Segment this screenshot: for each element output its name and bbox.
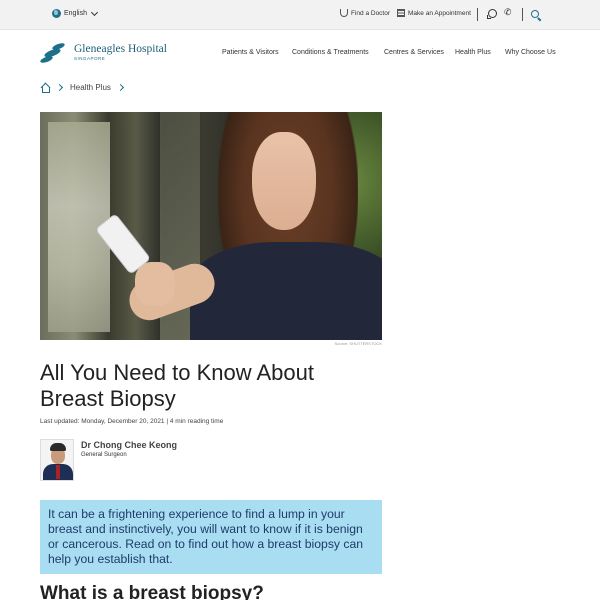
main-header: Gleneagles Hospital SINGAPORE Patients &… (0, 30, 600, 76)
nav-centres-services[interactable]: Centres & Services (384, 49, 444, 56)
home-icon[interactable] (40, 83, 50, 93)
chevron-right-icon (116, 83, 124, 92)
author-role: General Surgeon (81, 452, 127, 458)
make-appointment-link[interactable]: Make an Appointment (397, 9, 471, 17)
make-appointment-label: Make an Appointment (408, 9, 471, 17)
divider (522, 8, 523, 21)
breadcrumb-health-plus[interactable]: Health Plus (70, 83, 111, 92)
hospital-logo[interactable]: Gleneagles Hospital SINGAPORE (39, 41, 167, 65)
find-doctor-label: Find a Doctor (351, 9, 391, 17)
author-avatar[interactable] (40, 439, 74, 481)
search-icon[interactable] (531, 10, 539, 18)
globe-icon (52, 9, 61, 18)
language-selector[interactable]: English (52, 8, 99, 18)
whatsapp-icon[interactable] (487, 9, 497, 19)
nav-health-plus[interactable]: Health Plus (455, 49, 491, 56)
language-label: English (64, 10, 87, 17)
nav-conditions-treatments[interactable]: Conditions & Treatments (292, 49, 369, 56)
brand-name: Gleneagles Hospital (74, 43, 167, 55)
image-credit: Source: SHUTTERSTOCK (334, 341, 383, 346)
chevron-down-icon (90, 8, 99, 16)
utility-bar: English Find a Doctor Make an Appointmen… (0, 0, 600, 30)
divider (477, 8, 478, 21)
brand-sub: SINGAPORE (74, 56, 106, 61)
author-name[interactable]: Dr Chong Chee Keong (81, 440, 177, 450)
breadcrumb: Health Plus (40, 83, 131, 93)
article-title: All You Need to Know About Breast Biopsy (40, 360, 314, 411)
stethoscope-icon (340, 9, 348, 17)
article-meta: Last updated: Monday, December 20, 2021 … (40, 418, 224, 425)
calendar-icon (397, 9, 405, 17)
phone-icon[interactable]: ✆ (504, 7, 512, 18)
hero-image (40, 112, 382, 340)
intro-text: It can be a frightening experience to fi… (48, 507, 364, 566)
nav-patients-visitors[interactable]: Patients & Visitors (222, 49, 279, 56)
logo-mark-icon (39, 41, 70, 65)
find-doctor-link[interactable]: Find a Doctor (340, 9, 390, 17)
chevron-right-icon (55, 83, 64, 92)
section-heading: What is a breast biopsy? (40, 583, 264, 600)
nav-why-choose-us[interactable]: Why Choose Us (505, 49, 556, 56)
intro-callout: It can be a frightening experience to fi… (40, 500, 382, 574)
